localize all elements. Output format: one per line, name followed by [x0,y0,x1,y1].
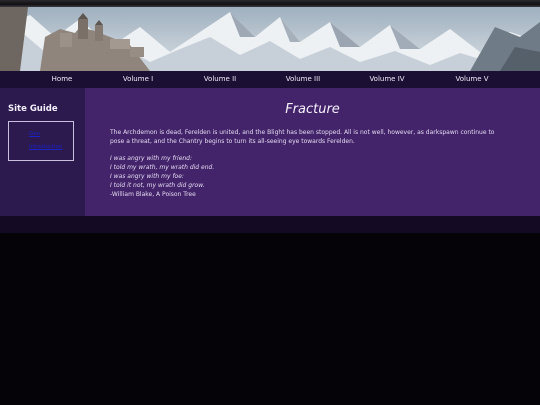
sidebar-title: Site Guide [8,104,58,114]
header-banner-image [0,7,540,71]
poem-line: I told my wrath, my wrath did end. [110,164,215,171]
epigraph-poem: I was angry with my friend: I told my wr… [110,154,510,199]
page-title: Fracture [285,102,340,117]
top-border [0,0,540,7]
poem-line: I was angry with my friend: [110,155,193,162]
nav-volume-1-link[interactable]: Volume I [123,71,153,88]
nav-volume-4-link[interactable]: Volume IV [369,71,404,88]
sidebar-link-introduction[interactable]: Introduction [29,144,62,150]
nav-volume-3-link[interactable]: Volume III [286,71,320,88]
poem-line: I told it not, my wrath did grow. [110,182,205,189]
nav-volume-2-link[interactable]: Volume II [204,71,236,88]
main-navigation: Home Volume I Volume II Volume III Volum… [0,71,540,88]
intro-paragraph: The Archdemon is dead, Ferelden is unite… [110,129,495,145]
poem-line: I was angry with my foe: [110,173,184,180]
main-content: Fracture The Archdemon is dead, Ferelden… [85,88,540,216]
nav-home-link[interactable]: Home [52,71,73,88]
nav-volume-5-link[interactable]: Volume V [455,71,488,88]
poem-attribution: -William Blake, A Poison Tree [110,191,196,198]
page: Home Volume I Volume II Volume III Volum… [0,0,540,405]
site-guide-box: Gen Introduction [8,121,74,161]
sidebar: Site Guide Gen Introduction [0,88,85,216]
sidebar-link-gen[interactable]: Gen [29,131,40,137]
footer-band [0,216,540,233]
